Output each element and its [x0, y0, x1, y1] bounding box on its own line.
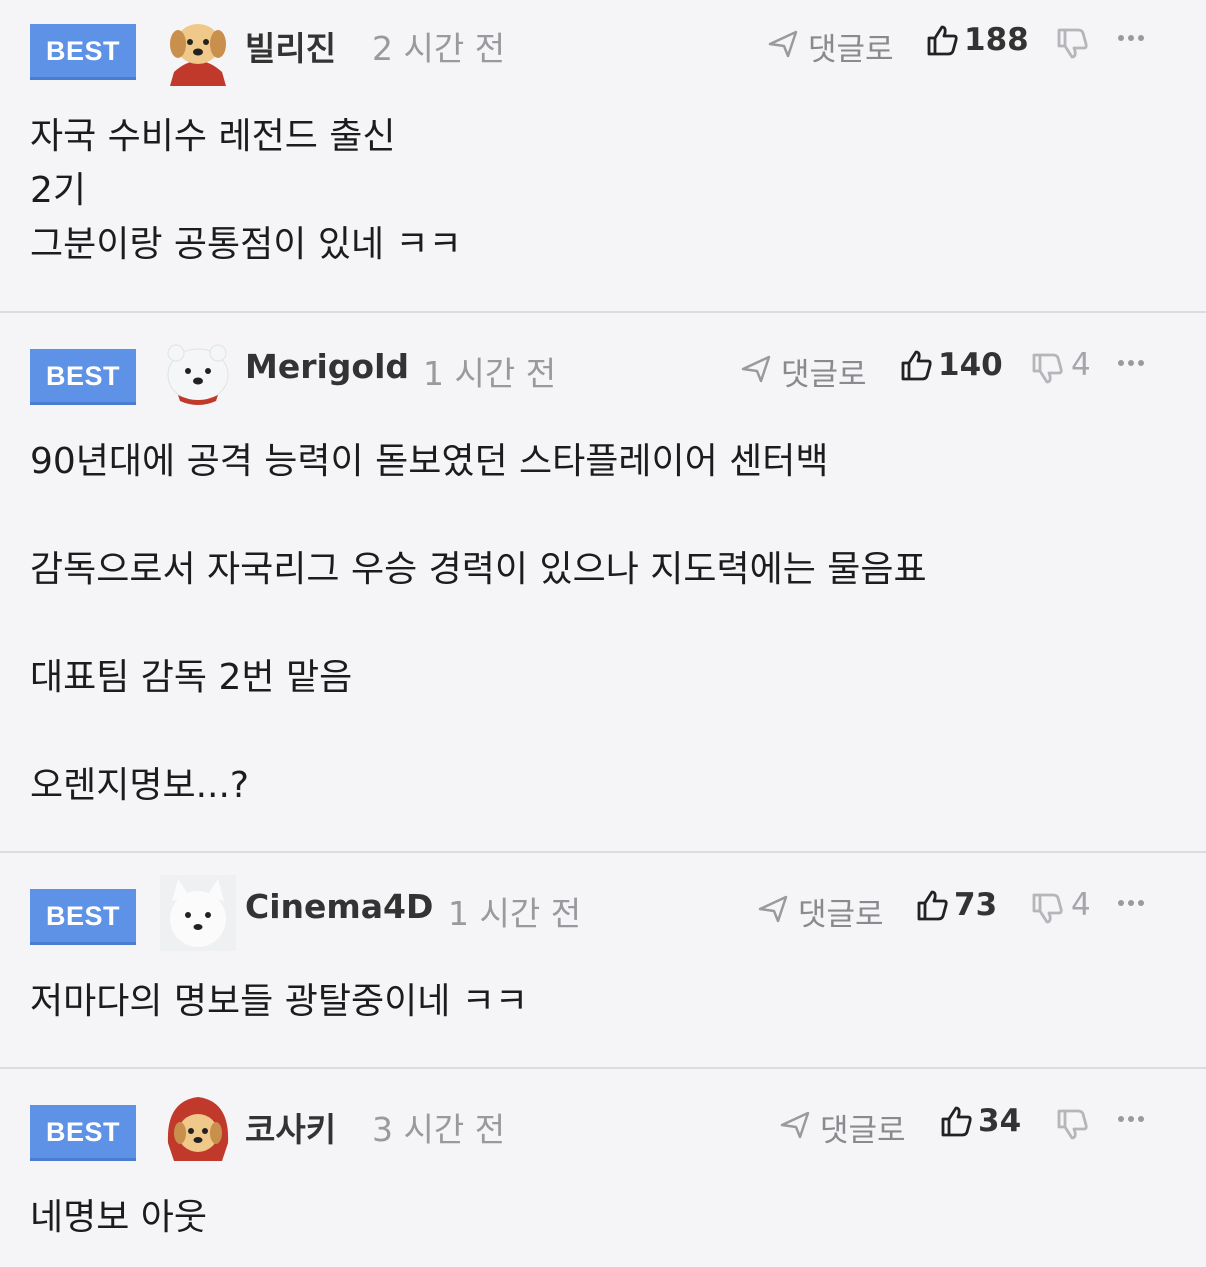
- reply-arrow-icon: [768, 30, 798, 58]
- best-badge: BEST: [30, 349, 136, 405]
- comment-text: 네명보 아웃: [30, 1197, 208, 1238]
- more-options-icon[interactable]: [1116, 881, 1146, 911]
- comment-author[interactable]: 빌리진: [245, 22, 336, 70]
- reply-button[interactable]: 댓글로: [780, 1105, 906, 1150]
- polar-bear-avatar-icon[interactable]: [160, 335, 236, 411]
- like-button[interactable]: 188: [926, 22, 1029, 58]
- comment-author[interactable]: 코사키: [245, 1103, 336, 1151]
- thumbs-down-icon: [1032, 353, 1063, 384]
- comment-author[interactable]: Cinema4D: [245, 887, 433, 926]
- like-button[interactable]: 140: [900, 347, 1003, 383]
- like-button[interactable]: 34: [940, 1103, 1021, 1139]
- thumbs-down-icon: [1057, 1109, 1088, 1140]
- best-badge: BEST: [30, 889, 136, 945]
- like-count: 188: [964, 22, 1029, 58]
- dislike-button[interactable]: [1056, 1103, 1096, 1141]
- comment-time: 1 시간 전: [448, 894, 582, 933]
- dislike-button[interactable]: 4: [1031, 887, 1091, 925]
- comment-text: 자국 수비수 레전드 출신 2기 그분이랑 공통점이 있네 ㅋㅋ: [30, 116, 462, 265]
- reply-button[interactable]: 댓글로: [741, 349, 867, 394]
- comment-author[interactable]: Merigold: [245, 347, 409, 386]
- dislike-count: 4: [1071, 347, 1091, 383]
- comment-text: 90년대에 공격 능력이 돋보였던 스타플레이어 센터백 감독으로서 자국리그 …: [30, 441, 927, 806]
- comment-time: 1 시간 전: [423, 354, 557, 393]
- best-badge: BEST: [30, 1105, 136, 1161]
- dislike-button[interactable]: 4: [1031, 347, 1091, 385]
- reply-arrow-icon: [741, 355, 771, 383]
- thumbs-up-icon: [927, 25, 958, 56]
- more-options-icon[interactable]: [1116, 341, 1146, 371]
- reply-label: 댓글로: [808, 32, 894, 68]
- dislike-button[interactable]: [1056, 22, 1096, 60]
- white-dog-avatar-icon[interactable]: [160, 875, 236, 951]
- comment-item: BEST Merigold 1 시간 전 댓글로 140 4 90년대에 공격 …: [0, 313, 1206, 853]
- reply-button[interactable]: 댓글로: [758, 889, 884, 934]
- comment-time: 2 시간 전: [372, 29, 506, 68]
- like-count: 140: [938, 347, 1003, 383]
- comment-item: BEST 빌리진 2 시간 전 댓글로 188 자국 수비수 레전드 출신 2기…: [0, 0, 1206, 313]
- dislike-count: 4: [1071, 887, 1091, 923]
- reply-button[interactable]: 댓글로: [768, 24, 894, 69]
- thumbs-up-icon: [901, 350, 932, 381]
- best-badge: BEST: [30, 24, 136, 80]
- like-count: 73: [954, 887, 998, 923]
- comment-text: 저마다의 명보들 광탈중이네 ㅋㅋ: [30, 981, 529, 1022]
- reply-label: 댓글로: [820, 1113, 906, 1149]
- comment-time: 3 시간 전: [372, 1110, 506, 1149]
- like-button[interactable]: 73: [916, 887, 997, 923]
- puppy-red-hood-avatar-icon[interactable]: [160, 1091, 236, 1167]
- thumbs-up-icon: [917, 890, 948, 921]
- reply-arrow-icon: [780, 1111, 810, 1139]
- thumbs-down-icon: [1057, 28, 1088, 59]
- reply-label: 댓글로: [781, 357, 867, 393]
- reply-arrow-icon: [758, 895, 788, 923]
- puppy-avatar-icon[interactable]: [160, 10, 236, 86]
- thumbs-down-icon: [1032, 893, 1063, 924]
- like-count: 34: [978, 1103, 1022, 1139]
- more-options-icon[interactable]: [1116, 1097, 1146, 1127]
- comment-item: BEST Cinema4D 1 시간 전 댓글로 73 4 저마다의 명보들 광…: [0, 853, 1206, 1069]
- thumbs-up-icon: [941, 1106, 972, 1137]
- reply-label: 댓글로: [798, 897, 884, 933]
- more-options-icon[interactable]: [1116, 16, 1146, 46]
- comment-item: BEST 코사키 3 시간 전 댓글로 34 네명보 아웃: [0, 1069, 1206, 1267]
